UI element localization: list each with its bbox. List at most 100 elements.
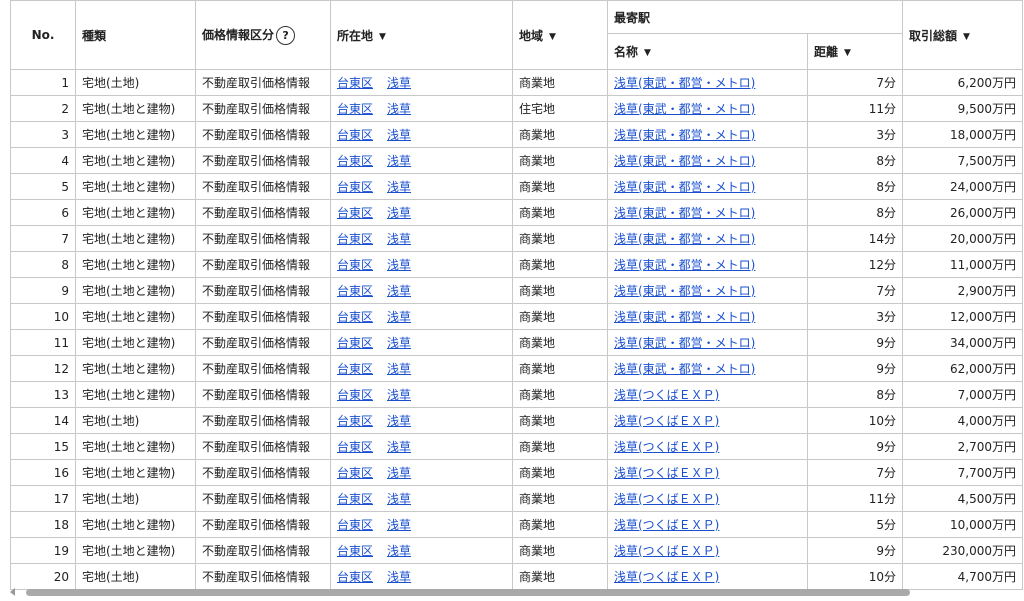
cell-no: 7 [10,225,76,252]
town-link[interactable]: 浅草 [387,570,411,584]
ward-link[interactable]: 台東区 [337,128,373,142]
station-link[interactable]: 浅草(つくばＥＸＰ) [614,570,719,584]
col-area-sort[interactable]: 地域 ▼ [512,0,608,70]
ward-link[interactable]: 台東区 [337,466,373,480]
sort-down-icon: ▼ [549,31,556,42]
cell-location: 台東区 浅草 [330,277,513,304]
station-link[interactable]: 浅草(東武・都営・メトロ) [614,180,755,194]
cell-station: 浅草(つくばＥＸＰ) [607,511,808,538]
ward-link[interactable]: 台東区 [337,284,373,298]
cell-area: 商業地 [512,147,608,174]
station-link[interactable]: 浅草(東武・都営・メトロ) [614,76,755,90]
cell-total: 11,000万円 [902,251,1024,278]
station-link[interactable]: 浅草(つくばＥＸＰ) [614,414,719,428]
town-link[interactable]: 浅草 [387,284,411,298]
ward-link[interactable]: 台東区 [337,570,373,584]
cell-distance: 9分 [806,433,904,460]
cell-type: 宅地(土地と建物) [75,537,196,564]
station-link[interactable]: 浅草(東武・都営・メトロ) [614,284,755,298]
cell-station: 浅草(東武・都営・メトロ) [607,95,808,122]
cell-no: 16 [10,459,76,486]
ward-link[interactable]: 台東区 [337,440,373,454]
ward-link[interactable]: 台東区 [337,180,373,194]
ward-link[interactable]: 台東区 [337,154,373,168]
town-link[interactable]: 浅草 [387,414,411,428]
ward-link[interactable]: 台東区 [337,102,373,116]
cell-type: 宅地(土地と建物) [75,225,196,252]
town-link[interactable]: 浅草 [387,258,411,272]
cell-area: 商業地 [512,459,608,486]
station-link[interactable]: 浅草(東武・都営・メトロ) [614,362,755,376]
station-link[interactable]: 浅草(つくばＥＸＰ) [614,518,719,532]
cell-location: 台東区 浅草 [330,381,513,408]
ward-link[interactable]: 台東区 [337,310,373,324]
cell-price-info: 不動産取引価格情報 [195,329,331,356]
sort-down-icon: ▼ [379,31,386,42]
station-link[interactable]: 浅草(東武・都営・メトロ) [614,232,755,246]
town-link[interactable]: 浅草 [387,544,411,558]
station-link[interactable]: 浅草(つくばＥＸＰ) [614,440,719,454]
town-link[interactable]: 浅草 [387,492,411,506]
ward-link[interactable]: 台東区 [337,232,373,246]
town-link[interactable]: 浅草 [387,466,411,480]
town-link[interactable]: 浅草 [387,310,411,324]
help-icon[interactable]: ? [276,25,296,45]
town-link[interactable]: 浅草 [387,180,411,194]
col-station-name-sort[interactable]: 名称 ▼ [607,33,808,70]
station-link[interactable]: 浅草(東武・都営・メトロ) [614,128,755,142]
town-link[interactable]: 浅草 [387,440,411,454]
ward-link[interactable]: 台東区 [337,388,373,402]
table-header: No. 種類 価格情報区分? 所在地 ▼ 地域 ▼ 最寄駅 取引総額 ▼ 名称 ▼ 距離… [10,0,1024,70]
station-link[interactable]: 浅草(つくばＥＸＰ) [614,466,719,480]
scroll-left-arrow-icon[interactable] [10,588,15,596]
station-link[interactable]: 浅草(つくばＥＸＰ) [614,492,719,506]
ward-link[interactable]: 台東区 [337,492,373,506]
cell-area: 商業地 [512,511,608,538]
table-row: 2 宅地(土地と建物) 不動産取引価格情報 台東区 浅草 住宅地 浅草(東武・都営・メトロ)… [10,95,1024,122]
station-link[interactable]: 浅草(東武・都営・メトロ) [614,258,755,272]
cell-area: 商業地 [512,485,608,512]
ward-link[interactable]: 台東区 [337,336,373,350]
town-link[interactable]: 浅草 [387,362,411,376]
ward-link[interactable]: 台東区 [337,76,373,90]
station-link[interactable]: 浅草(つくばＥＸＰ) [614,544,719,558]
town-link[interactable]: 浅草 [387,336,411,350]
cell-type: 宅地(土地と建物) [75,277,196,304]
cell-location: 台東区 浅草 [330,225,513,252]
cell-distance: 7分 [806,459,904,486]
table-row: 18 宅地(土地と建物) 不動産取引価格情報 台東区 浅草 商業地 浅草(つくばＥＸＰ) 5分… [10,511,1024,538]
town-link[interactable]: 浅草 [387,232,411,246]
ward-link[interactable]: 台東区 [337,414,373,428]
col-nearest-station: 最寄駅 [606,0,904,34]
town-link[interactable]: 浅草 [387,128,411,142]
town-link[interactable]: 浅草 [387,518,411,532]
town-link[interactable]: 浅草 [387,206,411,220]
station-link[interactable]: 浅草(東武・都営・メトロ) [614,154,755,168]
col-total-sort[interactable]: 取引総額 ▼ [902,0,1024,70]
town-link[interactable]: 浅草 [387,76,411,90]
ward-link[interactable]: 台東区 [337,206,373,220]
col-type: 種類 [75,0,196,70]
cell-area: 商業地 [512,381,608,408]
horizontal-scrollbar[interactable] [10,587,1022,599]
cell-price-info: 不動産取引価格情報 [195,173,331,200]
ward-link[interactable]: 台東区 [337,258,373,272]
scroll-thumb[interactable] [26,589,910,596]
town-link[interactable]: 浅草 [387,388,411,402]
station-link[interactable]: 浅草(つくばＥＸＰ) [614,388,719,402]
col-location-sort[interactable]: 所在地 ▼ [330,0,513,70]
cell-no: 11 [10,329,76,356]
town-link[interactable]: 浅草 [387,102,411,116]
ward-link[interactable]: 台東区 [337,362,373,376]
ward-link[interactable]: 台東区 [337,544,373,558]
cell-total: 7,500万円 [902,147,1024,174]
station-link[interactable]: 浅草(東武・都営・メトロ) [614,102,755,116]
col-distance-sort[interactable]: 距離 ▼ [806,33,904,70]
ward-link[interactable]: 台東区 [337,518,373,532]
station-link[interactable]: 浅草(東武・都営・メトロ) [614,336,755,350]
col-station-name-label: 名称 [614,45,639,59]
cell-no: 6 [10,199,76,226]
station-link[interactable]: 浅草(東武・都営・メトロ) [614,206,755,220]
town-link[interactable]: 浅草 [387,154,411,168]
station-link[interactable]: 浅草(東武・都営・メトロ) [614,310,755,324]
